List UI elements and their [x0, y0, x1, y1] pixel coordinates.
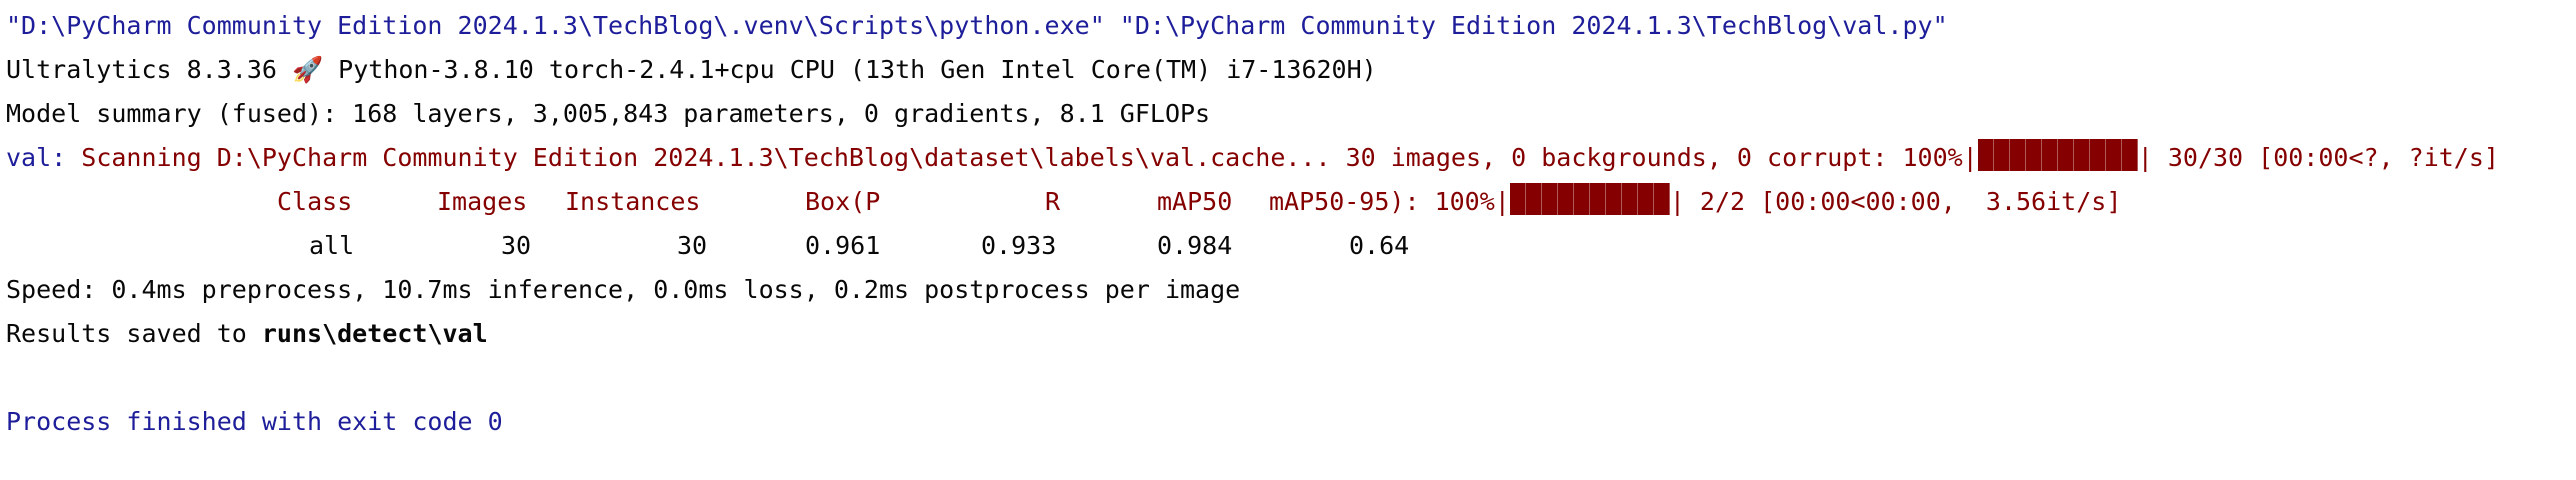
scan-text: Scanning D:\PyCharm Community Edition 20… [66, 143, 1978, 172]
results-line: Results saved to runs\detect\val [6, 312, 488, 356]
header-map50-95: mAP50-95): 100%| | 2/2 [00:00<00:00, 3.56… [1269, 180, 2121, 224]
metric-r: 0.933 [981, 231, 1057, 260]
environment-details: Python-3.8.10 torch-2.4.1+cpu CPU (13th … [323, 55, 1377, 84]
header-map50: mAP50 [1157, 187, 1233, 216]
metrics-progress-bar [1509, 183, 1670, 215]
speed-line: Speed: 0.4ms preprocess, 10.7ms inferenc… [6, 275, 1241, 304]
rocket-icon: 🚀 [291, 55, 324, 84]
header-box-p: Box(P [805, 187, 881, 216]
model-summary: Model summary (fused): 168 layers, 3,005… [6, 99, 1211, 128]
val-prefix: val: [6, 143, 67, 172]
metric-images: 30 [501, 231, 532, 260]
scan-progress-bar [1977, 139, 2138, 171]
metric-map50-95: 0.64 [1349, 231, 1410, 260]
command-line[interactable]: "D:\PyCharm Community Edition 2024.1.3\T… [6, 4, 1948, 48]
environment-info: Ultralytics 8.3.36 🚀 Python-3.8.10 torch… [6, 48, 1377, 92]
results-path[interactable]: runs\detect\val [262, 319, 488, 348]
metrics-row: all 30 30 0.961 0.933 0.984 0.64 [0, 224, 2576, 268]
metrics-progress-label: 100%| [1419, 187, 1510, 216]
metrics-header: Class Images Instances Box(P R mAP50 mAP… [0, 180, 2576, 224]
header-r: R [1045, 187, 1061, 216]
metrics-progress-suffix: | 2/2 [00:00<00:00, 3.56it/s] [1669, 187, 2122, 216]
header-map50-95-label: mAP50-95): [1269, 187, 1420, 216]
metric-map50: 0.984 [1157, 231, 1233, 260]
exit-message: Process finished with exit code 0 [6, 407, 503, 436]
console-output: "D:\PyCharm Community Edition 2024.1.3\T… [0, 0, 2576, 480]
metric-box-p: 0.961 [805, 231, 881, 260]
header-images: Images [437, 187, 528, 216]
scan-progress-suffix: | 30/30 [00:00<?, ?it/s] [2137, 143, 2499, 172]
header-instances: Instances [565, 187, 701, 216]
metric-class: all [309, 231, 355, 260]
metric-instances: 30 [677, 231, 708, 260]
results-prefix: Results saved to [6, 319, 262, 348]
scan-progress-line: val: Scanning D:\PyCharm Community Editi… [6, 136, 2499, 180]
header-class: Class [277, 187, 353, 216]
environment-version: Ultralytics 8.3.36 [6, 55, 292, 84]
